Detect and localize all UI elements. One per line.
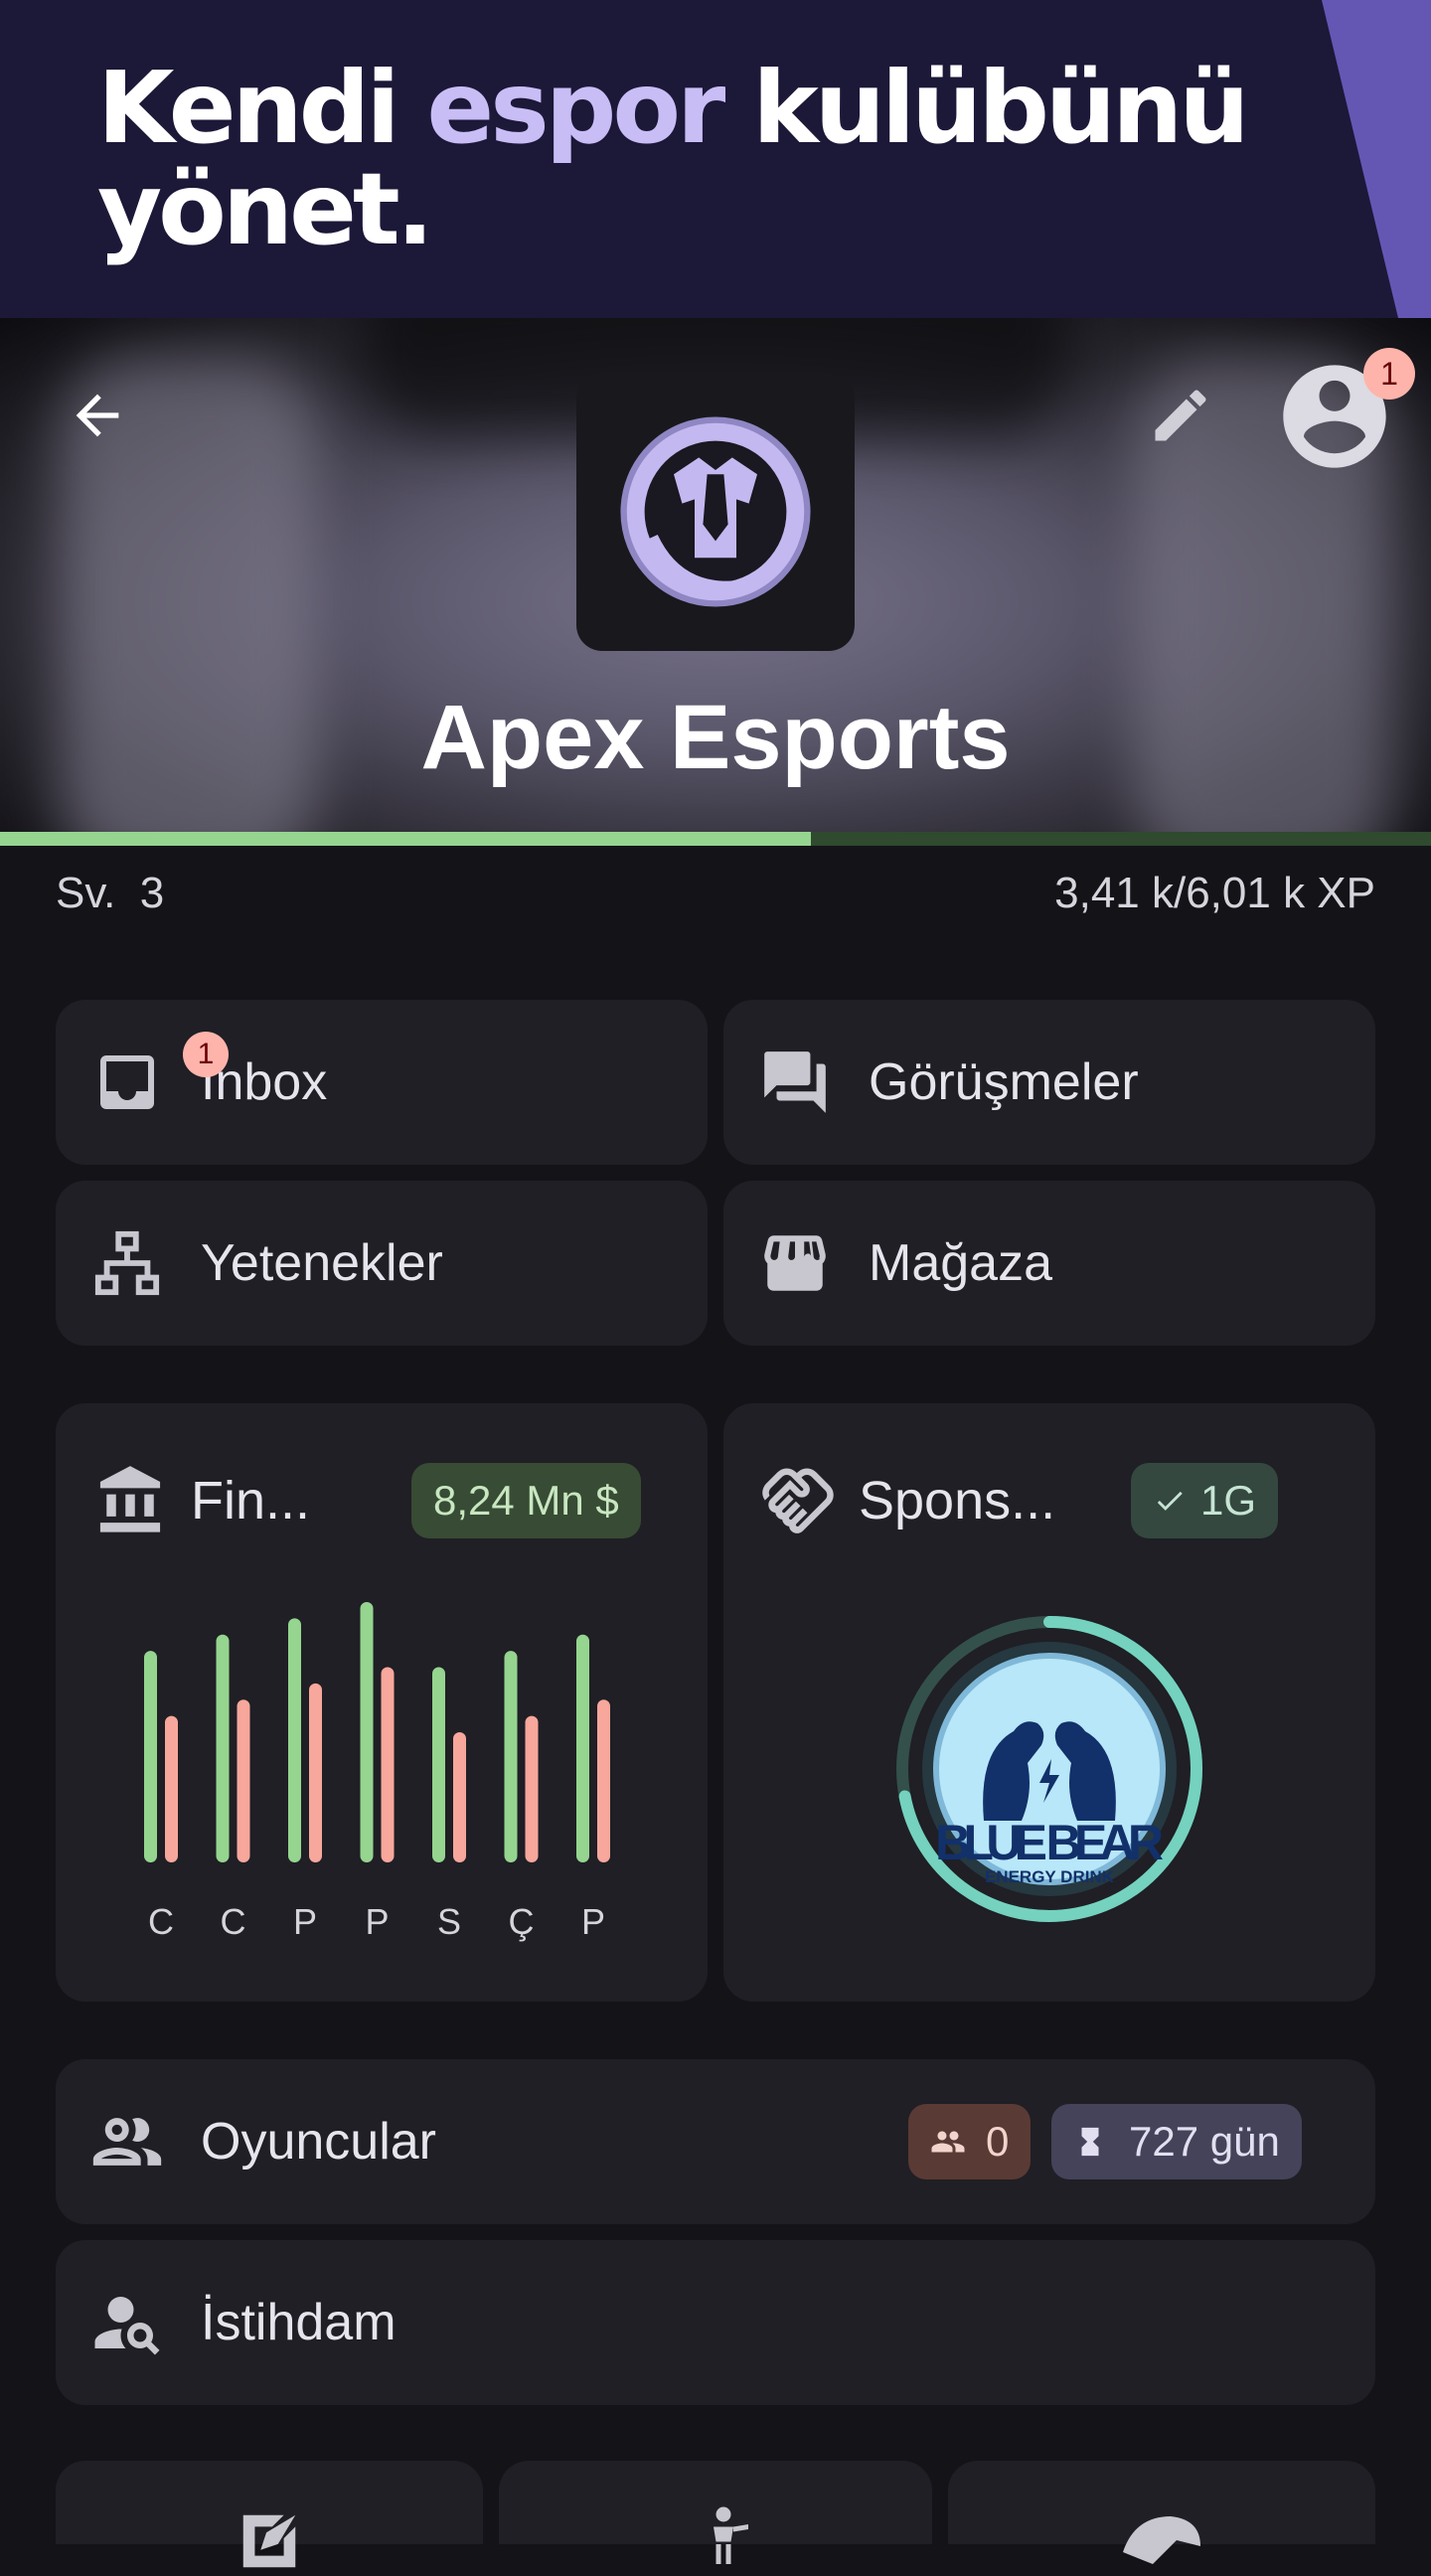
finance-tick-label: C	[221, 1901, 246, 1942]
shop-label: Mağaza	[869, 1234, 1052, 1292]
finance-tick-label: P	[581, 1901, 605, 1942]
people-outline-icon	[92, 2118, 162, 2166]
notification-badge: 1	[1363, 348, 1415, 400]
training-tile[interactable]	[499, 2461, 932, 2564]
finance-bar	[597, 1699, 610, 1862]
club-logo[interactable]	[576, 373, 855, 651]
finance-bar	[453, 1732, 466, 1862]
finance-tick-label: Ç	[509, 1901, 535, 1942]
forum-icon-wrap	[704, 1046, 855, 1119]
promo-headline-accent: espor	[426, 50, 725, 166]
group-icon	[931, 2131, 965, 2153]
player-count-badge: 0	[908, 2104, 1032, 2179]
sponsor-progress-ring: BLUE BEAR ENERGY DRINK	[896, 1616, 1202, 1922]
finance-bar	[309, 1683, 322, 1862]
recruit-label: İstihdam	[201, 2294, 397, 2351]
hourglass-icon	[1081, 2127, 1099, 2157]
xp-progress-bar	[0, 832, 1431, 846]
players-label: Oyuncular	[201, 2113, 436, 2171]
finance-tick-label: C	[148, 1901, 174, 1942]
forum-icon	[764, 1051, 826, 1113]
finance-bar	[165, 1715, 178, 1862]
finance-chart: CCPPSÇP	[144, 1602, 610, 1942]
inbox-tile[interactable]: Inbox 1	[56, 1000, 708, 1165]
arrow-back-icon	[76, 394, 119, 437]
banner-accent-stripe	[1322, 0, 1431, 318]
promo-banner: Kendi espor kulübünü yönet.	[0, 0, 1431, 318]
storefront-icon	[764, 1235, 826, 1291]
sponsor-card[interactable]: Spons... 1G BLUE BEAR ENERGY DRINK	[723, 1403, 1375, 2002]
finance-bar	[381, 1667, 395, 1862]
game-emblem-icon	[1123, 2516, 1200, 2564]
sponsor-logo-subtext: ENERGY DRINK	[985, 1867, 1115, 1886]
finance-bar	[432, 1667, 445, 1862]
inbox-badge: 1	[183, 1032, 229, 1077]
promo-headline: Kendi espor kulübünü yönet.	[97, 50, 1250, 267]
conversations-label: Görüşmeler	[869, 1053, 1139, 1111]
days-badge: 727 gün	[1051, 2104, 1302, 2179]
player-count: 0	[986, 2118, 1010, 2165]
inbox-icon	[100, 1055, 154, 1109]
pencil-icon	[1155, 390, 1206, 441]
finance-bar	[525, 1715, 539, 1862]
days-remaining: 727 gün	[1129, 2118, 1280, 2165]
finance-bar	[504, 1651, 518, 1862]
club-header: 1 Apex Esports	[0, 318, 1431, 835]
store-icon-wrap	[704, 1226, 855, 1300]
back-button[interactable]	[50, 368, 145, 463]
club-name: Apex Esports	[420, 687, 1011, 788]
edit-button[interactable]	[1133, 368, 1228, 463]
finance-bar	[144, 1651, 157, 1862]
inbox-icon-wrap	[36, 1046, 187, 1118]
xp-progress-fill	[0, 832, 812, 846]
finance-tick-label: P	[293, 1901, 317, 1942]
finance-bar	[237, 1699, 250, 1862]
sponsor-logo-text: BLUE BEAR	[935, 1815, 1164, 1870]
finance-bar	[360, 1602, 374, 1862]
skill-tree-icon	[94, 1230, 160, 1296]
finance-tick-label: S	[437, 1901, 461, 1942]
finance-bar	[576, 1634, 589, 1862]
players-tile[interactable]: Oyuncular 0 727 gün	[56, 2059, 1375, 2224]
tactics-tile[interactable]	[56, 2461, 483, 2568]
finance-tick-label: P	[365, 1901, 389, 1942]
tactics-board-icon	[242, 2514, 296, 2568]
jersey-emblem-icon	[620, 416, 811, 607]
skills-tile[interactable]: Yetenekler	[56, 1181, 708, 1346]
conversations-tile[interactable]: Görüşmeler	[723, 1000, 1375, 1165]
xp-text: 3,41 k/6,01 k XP	[1054, 869, 1375, 917]
recruit-tile[interactable]: İstihdam	[56, 2240, 1375, 2405]
finance-card[interactable]: Fin... 8,24 Mn $ CCPPSÇP	[56, 1403, 708, 2002]
soldier-icon	[714, 2506, 748, 2564]
finance-bar	[288, 1618, 301, 1862]
game-tile[interactable]	[948, 2461, 1375, 2564]
person-search-icon-wrap	[36, 2284, 187, 2361]
level-label: Sv. 3	[56, 869, 165, 917]
skill-tree-icon-wrap	[36, 1228, 187, 1298]
shop-tile[interactable]: Mağaza	[723, 1181, 1375, 1346]
people-icon-wrap	[36, 2101, 187, 2182]
skills-label: Yetenekler	[201, 1234, 443, 1292]
person-search-icon	[94, 2297, 160, 2355]
finance-bar	[216, 1634, 230, 1862]
